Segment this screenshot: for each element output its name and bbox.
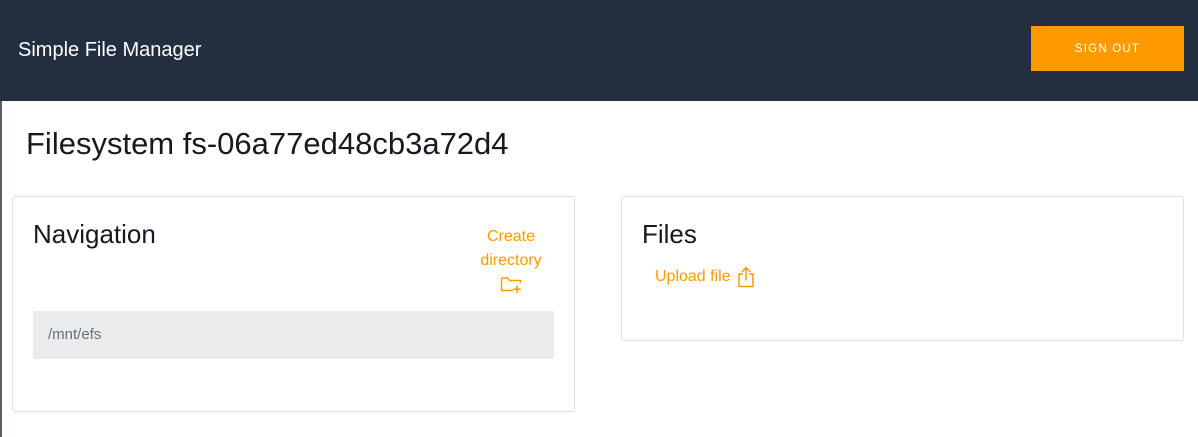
top-navigation-bar: Simple File Manager SIGN OUT [0, 0, 1198, 101]
create-directory-button[interactable]: Create directory [472, 225, 550, 294]
create-directory-label-line2: directory [480, 252, 542, 269]
files-title: Files [642, 219, 697, 249]
upload-file-label: Upload file [655, 268, 731, 285]
navigation-title: Navigation [33, 219, 156, 249]
folder-plus-icon [500, 277, 522, 294]
app-title: Simple File Manager [18, 39, 202, 61]
navigation-panel: Navigation Create directory /mnt/efs [12, 196, 575, 412]
create-directory-label-line1: Create [486, 228, 536, 245]
page-title: Filesystem fs-06a77ed48cb3a72d4 [26, 126, 509, 161]
sign-out-button[interactable]: SIGN OUT [1031, 26, 1184, 71]
upload-file-button[interactable]: Upload file [655, 265, 755, 289]
current-path-item[interactable]: /mnt/efs [33, 311, 554, 359]
share-upload-icon [737, 266, 754, 288]
files-panel: Files Upload file [621, 196, 1184, 341]
